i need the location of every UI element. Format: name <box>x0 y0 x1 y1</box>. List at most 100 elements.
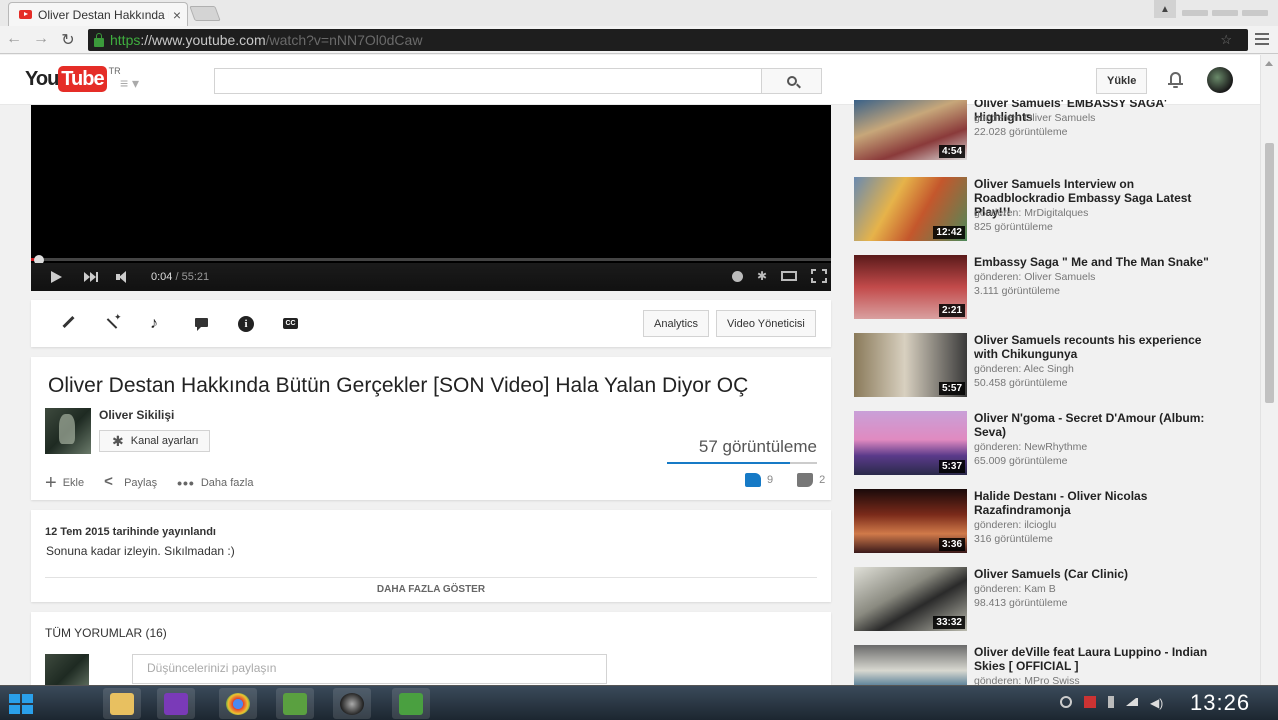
video-title: Oliver Destan Hakkında Bütün Gerçekler [… <box>48 374 749 397</box>
channel-name[interactable]: Oliver Sikilişi <box>99 408 174 422</box>
info-card-icon[interactable] <box>731 270 743 282</box>
creator-bar: ♪ i CC Analytics Video Yöneticisi <box>31 300 831 347</box>
scrollbar-thumb[interactable] <box>1265 143 1274 403</box>
comment-input[interactable]: Düşüncelerinizi paylaşın <box>132 654 607 684</box>
video-thumbnail[interactable]: 3:36 <box>854 489 967 553</box>
battery-icon[interactable] <box>1108 696 1114 708</box>
video-thumbnail[interactable]: 2:21 <box>854 255 967 319</box>
scroll-up-arrow-icon[interactable] <box>1265 61 1273 66</box>
windows-taskbar: ◀) 13:26 <box>0 685 1278 720</box>
edit-pencil-icon[interactable] <box>61 316 77 332</box>
share-icon <box>104 473 118 490</box>
start-button-windows-icon[interactable] <box>5 690 37 718</box>
media-app-icon[interactable] <box>333 688 371 719</box>
visual-studio-icon[interactable] <box>157 688 195 719</box>
video-thumbnail[interactable] <box>854 645 967 685</box>
notifications-bell-icon[interactable] <box>1167 70 1183 88</box>
thumbs-down-icon[interactable] <box>797 473 814 487</box>
upload-button[interactable]: Yükle <box>1096 68 1148 94</box>
channel-avatar[interactable] <box>45 408 91 454</box>
related-video-item[interactable]: 2:21 Embassy Saga " Me and The Man Snake… <box>854 255 1224 323</box>
audio-note-icon[interactable]: ♪ <box>150 316 166 332</box>
more-actions-button[interactable]: ••• Daha fazla <box>177 476 254 490</box>
camtasia-icon[interactable] <box>276 688 314 719</box>
thumbs-up-icon[interactable] <box>745 473 761 487</box>
tray-app-icon[interactable] <box>1060 696 1072 708</box>
video-actions: + Ekle Paylaş ••• Daha fazla <box>45 473 254 493</box>
related-video-item[interactable]: 3:36 Halide Destanı - Oliver Nicolas Raz… <box>854 489 1224 557</box>
forward-arrow-icon[interactable]: → <box>31 30 51 48</box>
related-video-item[interactable]: 12:42 Oliver Samuels Interview on Roadbl… <box>854 177 1224 245</box>
duration-badge: 12:42 <box>933 226 965 239</box>
related-title[interactable]: Oliver N'goma - Secret D'Amour (Album: S… <box>974 411 1224 439</box>
progress-bar[interactable] <box>31 258 831 261</box>
divider <box>45 577 817 578</box>
more-label: Daha fazla <box>200 477 254 489</box>
related-views: 316 görüntüleme <box>974 533 1053 545</box>
new-tab-button[interactable] <box>189 6 221 21</box>
share-button[interactable]: Paylaş <box>104 473 158 490</box>
settings-gear-icon[interactable]: ✱ <box>757 270 767 282</box>
search-button[interactable] <box>761 68 822 94</box>
analytics-button[interactable]: Analytics <box>643 310 710 337</box>
youtube-logo[interactable]: You Tube TR <box>25 66 121 92</box>
related-title[interactable]: Oliver deVille feat Laura Luppino - Indi… <box>974 645 1224 673</box>
related-title[interactable]: Oliver Samuels (Car Clinic) <box>974 567 1224 581</box>
taskbar-clock[interactable]: 13:26 <box>1190 690 1250 716</box>
url-scheme: https <box>110 32 141 48</box>
volume-icon[interactable] <box>116 271 133 283</box>
video-thumbnail[interactable]: 5:57 <box>854 333 967 397</box>
video-thumbnail[interactable]: 12:42 <box>854 177 967 241</box>
add-to-button[interactable]: + Ekle <box>45 473 84 493</box>
share-label: Paylaş <box>124 477 158 489</box>
comments-header: TÜM YORUMLAR (16) <box>45 626 167 640</box>
browser-tab-active[interactable]: Oliver Destan Hakkında Bü × <box>8 2 188 26</box>
related-channel: gönderen: ilcioglu <box>974 519 1057 531</box>
video-thumbnail[interactable]: 5:37 <box>854 411 967 475</box>
bookmark-star-icon[interactable]: ☆ <box>1220 32 1232 48</box>
related-title[interactable]: Oliver Samuels recounts his experience w… <box>974 333 1224 361</box>
related-title[interactable]: Embassy Saga " Me and The Man Snake" <box>974 255 1224 269</box>
commenter-avatar <box>45 654 89 685</box>
related-video-item[interactable]: 4:54 Oliver Samuels' EMBASSY SAGA' Highl… <box>854 100 1224 164</box>
search-input[interactable] <box>214 68 762 94</box>
related-channel: gönderen: MPro Swiss <box>974 675 1080 685</box>
tab-close-icon[interactable]: × <box>173 7 181 23</box>
related-video-item[interactable]: 5:57 Oliver Samuels recounts his experie… <box>854 333 1224 401</box>
video-player[interactable]: 0:04 / 55:21 ✱ <box>31 105 831 291</box>
related-views: 65.009 görüntüleme <box>974 455 1068 467</box>
related-channel: gönderen: NewRhythme <box>974 441 1088 453</box>
enhancements-wand-icon[interactable] <box>105 312 122 332</box>
cards-info-icon[interactable]: i <box>238 316 254 332</box>
play-icon[interactable] <box>51 271 62 283</box>
video-thumbnail[interactable]: 4:54 <box>854 100 967 160</box>
related-video-item[interactable]: 33:32 Oliver Samuels (Car Clinic) gönder… <box>854 567 1224 635</box>
tray-flag-icon[interactable] <box>1084 696 1096 708</box>
chrome-menu-icon[interactable] <box>1255 33 1269 45</box>
volume-tray-icon[interactable]: ◀) <box>1150 696 1163 710</box>
video-manager-button[interactable]: Video Yöneticisi <box>716 310 816 337</box>
reload-icon[interactable]: ↻ <box>58 30 78 50</box>
theater-mode-icon[interactable] <box>781 271 797 281</box>
related-video-item[interactable]: Oliver deVille feat Laura Luppino - Indi… <box>854 645 1224 685</box>
related-title[interactable]: Halide Destanı - Oliver Nicolas Razafind… <box>974 489 1224 517</box>
chrome-icon[interactable] <box>219 688 257 719</box>
back-arrow-icon[interactable]: ← <box>4 30 24 48</box>
page-scrollbar[interactable] <box>1260 55 1278 685</box>
video-thumbnail[interactable]: 33:32 <box>854 567 967 631</box>
address-bar[interactable]: https ://www.youtube.com /watch?v=nNN7Ol… <box>88 29 1248 51</box>
network-icon[interactable] <box>1126 698 1138 706</box>
fullscreen-icon[interactable] <box>811 269 827 283</box>
camtasia-recorder-icon[interactable] <box>392 688 430 719</box>
channel-settings-button[interactable]: ✱ Kanal ayarları <box>99 430 210 452</box>
show-more-button[interactable]: DAHA FAZLA GÖSTER <box>31 584 831 595</box>
profile-button[interactable]: ▲ <box>1154 0 1176 18</box>
account-avatar[interactable] <box>1207 67 1233 93</box>
window-controls[interactable] <box>1182 10 1268 20</box>
guide-menu-icon[interactable]: ≡ ▾ <box>120 75 139 92</box>
next-icon[interactable] <box>84 272 98 282</box>
file-explorer-icon[interactable] <box>103 688 141 719</box>
subtitles-cc-icon[interactable]: CC <box>283 318 298 329</box>
related-video-item[interactable]: 5:37 Oliver N'goma - Secret D'Amour (Alb… <box>854 411 1224 479</box>
annotations-icon[interactable] <box>194 316 210 332</box>
